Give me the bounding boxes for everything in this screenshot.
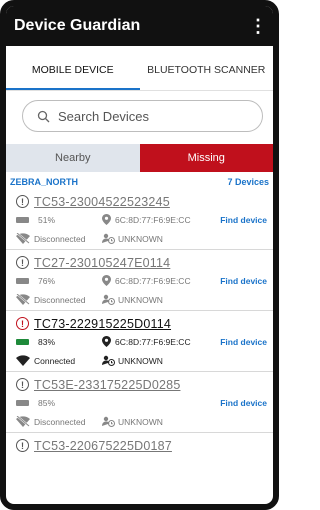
alert-icon: ! (16, 439, 29, 452)
mac-address: 6C:8D:77:F6:9E:CC (115, 275, 191, 286)
device-name[interactable]: TC27-230105247E0114 (34, 256, 170, 270)
device-list-item[interactable]: ! TC27-230105247E0114 76% 6C:8D:77:F6:9E… (6, 250, 273, 311)
connection-status: Connected (34, 355, 76, 366)
location-pin-icon (102, 214, 111, 225)
segment-missing[interactable]: Missing (139, 144, 273, 172)
app-bar: Device Guardian ⋮ (6, 6, 273, 46)
device-name[interactable]: TC53-23004522523245 (34, 195, 170, 209)
find-device-button[interactable]: Find device (220, 215, 267, 225)
wifi-icon (16, 355, 30, 366)
more-options-icon[interactable]: ⋮ (249, 17, 267, 35)
segment-nearby[interactable]: Nearby (6, 144, 140, 172)
tab-bar: MOBILE DEVICE BLUETOOTH SCANNER (6, 46, 273, 91)
segment-control: Nearby Missing (6, 144, 273, 172)
user-clock-icon (102, 416, 115, 427)
location-pin-icon (102, 275, 111, 286)
alert-icon: ! (16, 378, 29, 391)
device-list-item[interactable]: ! TC53E-233175225D0285 85% Disconnected … (6, 372, 273, 433)
search-icon (37, 110, 50, 122)
user-clock-icon (102, 355, 115, 366)
device-name[interactable]: TC73-222915225D0114 (34, 317, 171, 331)
phone-frame: Device Guardian ⋮ MOBILE DEVICE BLUETOOT… (0, 0, 279, 510)
device-list-item[interactable]: ! TC73-222915225D0114 83% 6C:8D:77:F6:9E… (6, 311, 273, 372)
alert-icon: ! (16, 195, 29, 208)
alert-icon: ! (16, 317, 29, 330)
connection-status: Disconnected (34, 416, 86, 427)
user-name: UNKNOWN (118, 416, 163, 427)
find-device-button[interactable]: Find device (220, 337, 267, 347)
search-input[interactable]: Search Devices (22, 100, 263, 132)
group-count: 7 Devices (227, 177, 269, 187)
device-name[interactable]: TC53-220675225D0187 (34, 439, 172, 453)
tab-bluetooth-scanner[interactable]: BLUETOOTH SCANNER (140, 46, 274, 90)
find-device-button[interactable]: Find device (220, 398, 267, 408)
mac-address: 6C:8D:77:F6:9E:CC (115, 336, 191, 347)
device-list-item[interactable]: ! TC53-220675225D0187 (6, 433, 273, 494)
wifi-off-icon (16, 233, 30, 244)
user-name: UNKNOWN (118, 355, 163, 366)
user-name: UNKNOWN (118, 233, 163, 244)
group-header: ZEBRA_NORTH 7 Devices (6, 172, 273, 189)
wifi-off-icon (16, 294, 30, 305)
battery-icon (16, 338, 29, 345)
find-device-button[interactable]: Find device (220, 276, 267, 286)
search-container: Search Devices (6, 91, 273, 140)
battery-level: 85% (38, 397, 56, 408)
search-placeholder: Search Devices (58, 108, 150, 124)
connection-status: Disconnected (34, 294, 86, 305)
user-clock-icon (102, 233, 115, 244)
user-clock-icon (102, 294, 115, 305)
mac-address: 6C:8D:77:F6:9E:CC (115, 214, 191, 225)
battery-level: 51% (38, 214, 56, 225)
battery-icon (16, 277, 29, 284)
app-title: Device Guardian (14, 17, 141, 34)
tab-mobile-device[interactable]: MOBILE DEVICE (6, 46, 140, 90)
location-pin-icon (102, 336, 111, 347)
wifi-off-icon (16, 416, 30, 427)
battery-icon (16, 216, 29, 223)
battery-level: 76% (38, 275, 56, 286)
group-name: ZEBRA_NORTH (10, 177, 79, 187)
alert-icon: ! (16, 256, 29, 269)
device-name[interactable]: TC53E-233175225D0285 (34, 378, 180, 392)
connection-status: Disconnected (34, 233, 86, 244)
user-name: UNKNOWN (118, 294, 163, 305)
battery-icon (16, 399, 29, 406)
device-list-item[interactable]: ! TC53-23004522523245 51% 6C:8D:77:F6:9E… (6, 189, 273, 250)
battery-level: 83% (38, 336, 56, 347)
